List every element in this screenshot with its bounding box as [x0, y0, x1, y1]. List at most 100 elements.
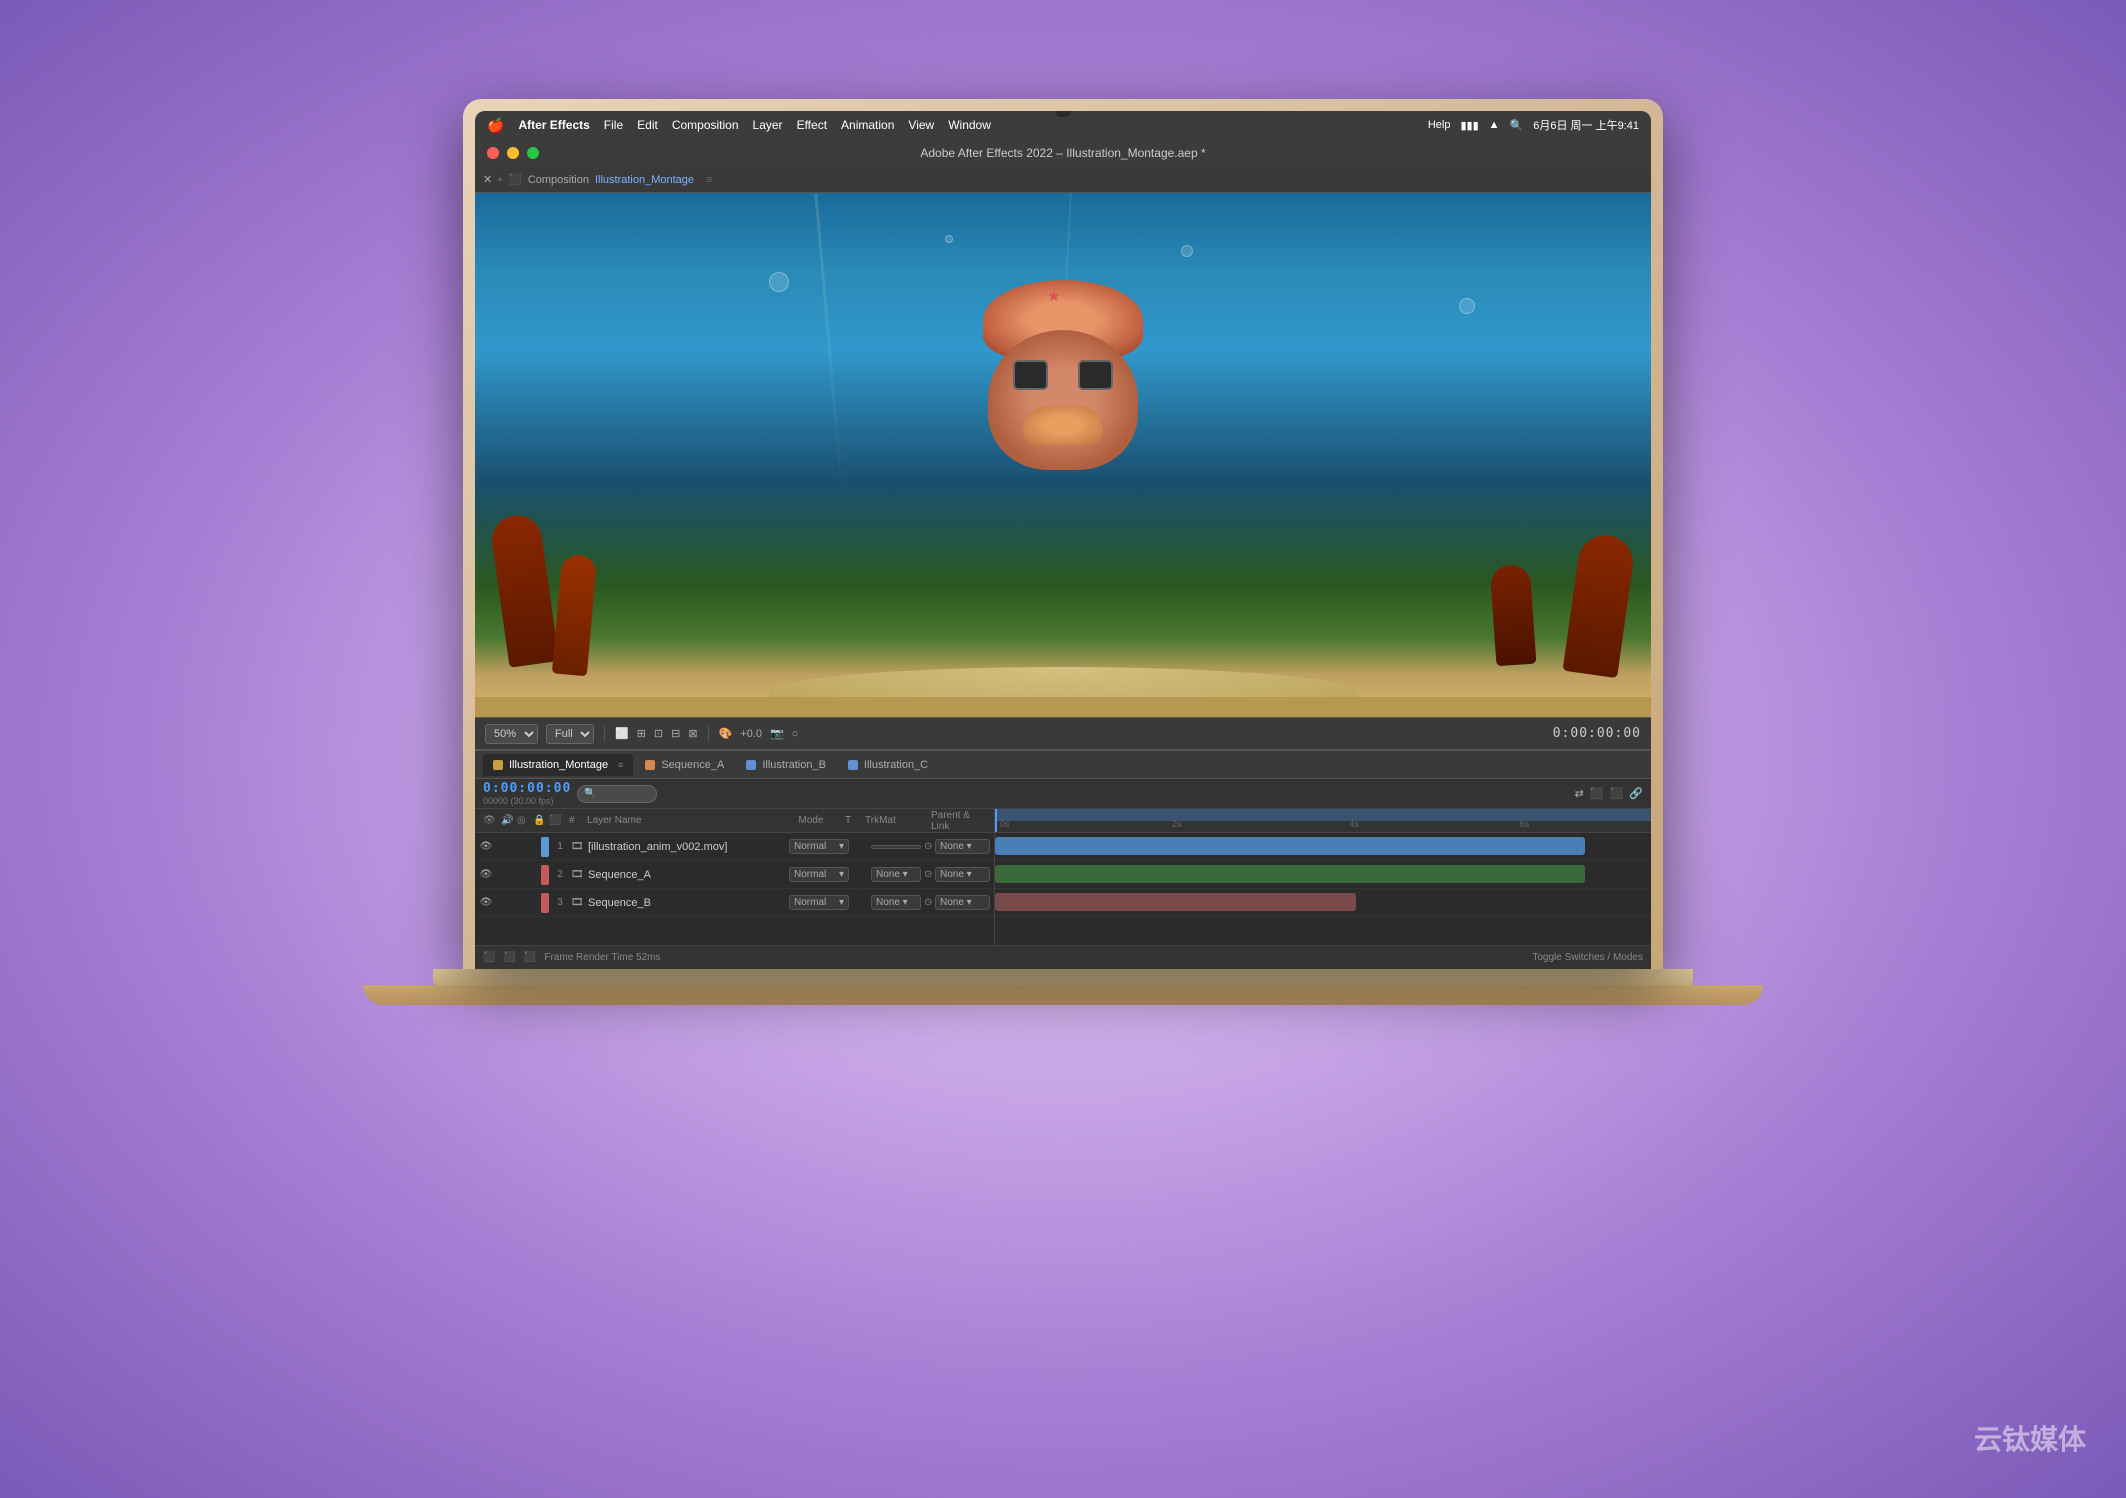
layer-1-trkmat[interactable]	[871, 845, 921, 849]
viewport-area	[475, 193, 1651, 717]
tab-color-illus-b	[746, 760, 756, 770]
mask-btn[interactable]: ⊠	[688, 727, 697, 740]
layer-search-input[interactable]	[577, 785, 657, 803]
tab-label-montage: Illustration_Montage	[509, 759, 608, 771]
color-value-display: +0.0	[740, 728, 762, 740]
macbook-screen: 🍎 After Effects File Edit Composition La…	[463, 99, 1663, 969]
toggle-switches-modes[interactable]: Toggle Switches / Modes	[1532, 952, 1643, 963]
animation-menu[interactable]: Animation	[841, 118, 894, 132]
render-controls[interactable]: ⬛	[483, 952, 495, 963]
tab-color-montage	[493, 760, 503, 770]
timeline-options-btn[interactable]: ⇄	[1575, 787, 1584, 800]
panel-menu-icon[interactable]: ≡	[706, 174, 712, 186]
grid-btn[interactable]: ⊞	[637, 727, 646, 740]
timeline-header: 0:00:00:00 00000 (30.00 fps) ⇄ ⬛ ⬛ 🔗	[475, 779, 1651, 809]
layer-1-parent[interactable]: None ▾	[935, 839, 990, 854]
tab-sequence-a[interactable]: Sequence_A	[635, 754, 734, 776]
layer-1-mode-selector[interactable]: Normal ▾	[789, 839, 849, 854]
timeline-switch-btn[interactable]: ⬛	[1610, 787, 1624, 800]
timeline-body: 👁 🔊 ◎ 🔒 ⬛ # Layer Name Mode T TrkMat	[475, 809, 1651, 945]
layer-2-mode-selector[interactable]: Normal ▾	[789, 867, 849, 882]
layer-1-mode-arrow: ▾	[839, 841, 844, 852]
track-row-3	[995, 889, 1651, 917]
color-picker-btn[interactable]: 🎨	[719, 727, 733, 740]
layer-2-name[interactable]: Sequence_A	[588, 869, 786, 881]
menubar-left: 🍎 After Effects File Edit Composition La…	[487, 117, 991, 134]
guides-btn[interactable]: ⊡	[654, 727, 663, 740]
zoom-selector[interactable]: 50%	[485, 724, 538, 744]
layer-3-num: 3	[552, 897, 568, 908]
snapshot-btn[interactable]: ○	[792, 728, 799, 740]
layer-3-visibility[interactable]: 👁	[479, 897, 493, 908]
layer-menu[interactable]: Layer	[753, 118, 783, 132]
rulers-btn[interactable]: ⊟	[671, 727, 680, 740]
layer-3-trkmat[interactable]: None ▾	[871, 895, 921, 910]
layer-3-parent[interactable]: None ▾	[935, 895, 990, 910]
timecode-display: 0:00:00:00	[1553, 726, 1641, 741]
timeline-layer-btn[interactable]: ⬛	[1590, 787, 1604, 800]
layer-1-name[interactable]: [illustration_anim_v002.mov]	[588, 841, 786, 853]
ruler-mark-4s: 4s	[1349, 819, 1359, 829]
layer-row: 👁 2 🎞 Sequence_A Normal ▾	[475, 861, 994, 889]
current-timecode[interactable]: 0:00:00:00	[483, 781, 571, 796]
view-menu[interactable]: View	[908, 118, 934, 132]
bubble-2	[1181, 245, 1193, 257]
tab-illustration-montage[interactable]: Illustration_Montage ≡	[483, 754, 633, 776]
col-mode-header: Mode	[781, 815, 841, 826]
layer-1-link-icon: ⊙	[924, 841, 932, 852]
track-bar-2[interactable]	[995, 865, 1585, 883]
tab-label-illus-b: Illustration_B	[762, 759, 826, 771]
layer-2-parent[interactable]: None ▾	[935, 867, 990, 882]
close-panel-icon[interactable]: ✕	[483, 173, 492, 186]
viewport-toolbar: 50% Full ⬜ ⊞ ⊡ ⊟ ⊠ 🎨 +0.0 📷 ○ 0	[475, 717, 1651, 749]
col-parent-header: Parent & Link	[931, 810, 986, 832]
apple-logo-icon[interactable]: 🍎	[487, 117, 504, 134]
timeline-link-btn[interactable]: 🔗	[1629, 787, 1643, 800]
col-audio-icon: 🔊	[501, 815, 513, 826]
timecode-area: 0:00:00:00 00000 (30.00 fps)	[483, 781, 571, 806]
help-menu[interactable]: Help	[1428, 119, 1451, 131]
region-of-interest-btn[interactable]: ⬜	[615, 727, 629, 740]
search-icon[interactable]: 🔍	[1510, 119, 1524, 132]
track-bar-1[interactable]	[995, 837, 1585, 855]
camera-btn[interactable]: 📷	[770, 727, 784, 740]
ruler-mark-0s: 0s	[1000, 819, 1010, 829]
minimize-button[interactable]	[507, 147, 519, 159]
maximize-button[interactable]	[527, 147, 539, 159]
screen-inner: 🍎 After Effects File Edit Composition La…	[475, 111, 1651, 969]
composition-label: Composition	[528, 174, 589, 186]
tab-label-illus-c: Illustration_C	[864, 759, 928, 771]
effect-menu[interactable]: Effect	[797, 118, 827, 132]
ground	[475, 697, 1651, 717]
preview-controls[interactable]: ⬛	[524, 952, 536, 963]
audio-controls[interactable]: ⬛	[503, 952, 515, 963]
toolbar-sep-1	[604, 726, 605, 742]
wifi-icon: ▲	[1489, 119, 1500, 131]
quality-selector[interactable]: Full	[546, 724, 594, 744]
layer-3-color	[541, 893, 549, 913]
window-menu[interactable]: Window	[948, 118, 991, 132]
menubar-right: Help ▮▮▮ ▲ 🔍 6月6日 周一 上午9:41	[1428, 117, 1639, 133]
track-ruler: 0s 2s 4s 6s	[995, 809, 1651, 833]
layer-1-mode-value: Normal	[794, 841, 826, 852]
layer-3-mode-selector[interactable]: Normal ▾	[789, 895, 849, 910]
playhead-indicator[interactable]	[995, 809, 997, 832]
layer-1-visibility[interactable]: 👁	[479, 841, 493, 852]
ruler-mark-2s: 2s	[1172, 819, 1182, 829]
composition-menu[interactable]: Composition	[672, 118, 739, 132]
layer-2-trkmat[interactable]: None ▾	[871, 867, 921, 882]
layer-row: 👁 1 🎞 [illustration_anim_v002.mov] Norma…	[475, 833, 994, 861]
layer-2-type-icon: 🎞	[571, 869, 585, 880]
tab-menu-icon[interactable]: ≡	[618, 760, 623, 770]
beak	[1023, 405, 1103, 445]
file-menu[interactable]: File	[604, 118, 623, 132]
tab-illustration-b[interactable]: Illustration_B	[736, 754, 836, 776]
track-bar-3[interactable]	[995, 893, 1356, 911]
edit-menu[interactable]: Edit	[637, 118, 658, 132]
tracks-panel: 0s 2s 4s 6s	[995, 809, 1651, 945]
app-name-menu[interactable]: After Effects	[518, 118, 589, 132]
close-button[interactable]	[487, 147, 499, 159]
layer-3-name[interactable]: Sequence_B	[588, 897, 786, 909]
tab-illustration-c[interactable]: Illustration_C	[838, 754, 938, 776]
layer-2-visibility[interactable]: 👁	[479, 869, 493, 880]
